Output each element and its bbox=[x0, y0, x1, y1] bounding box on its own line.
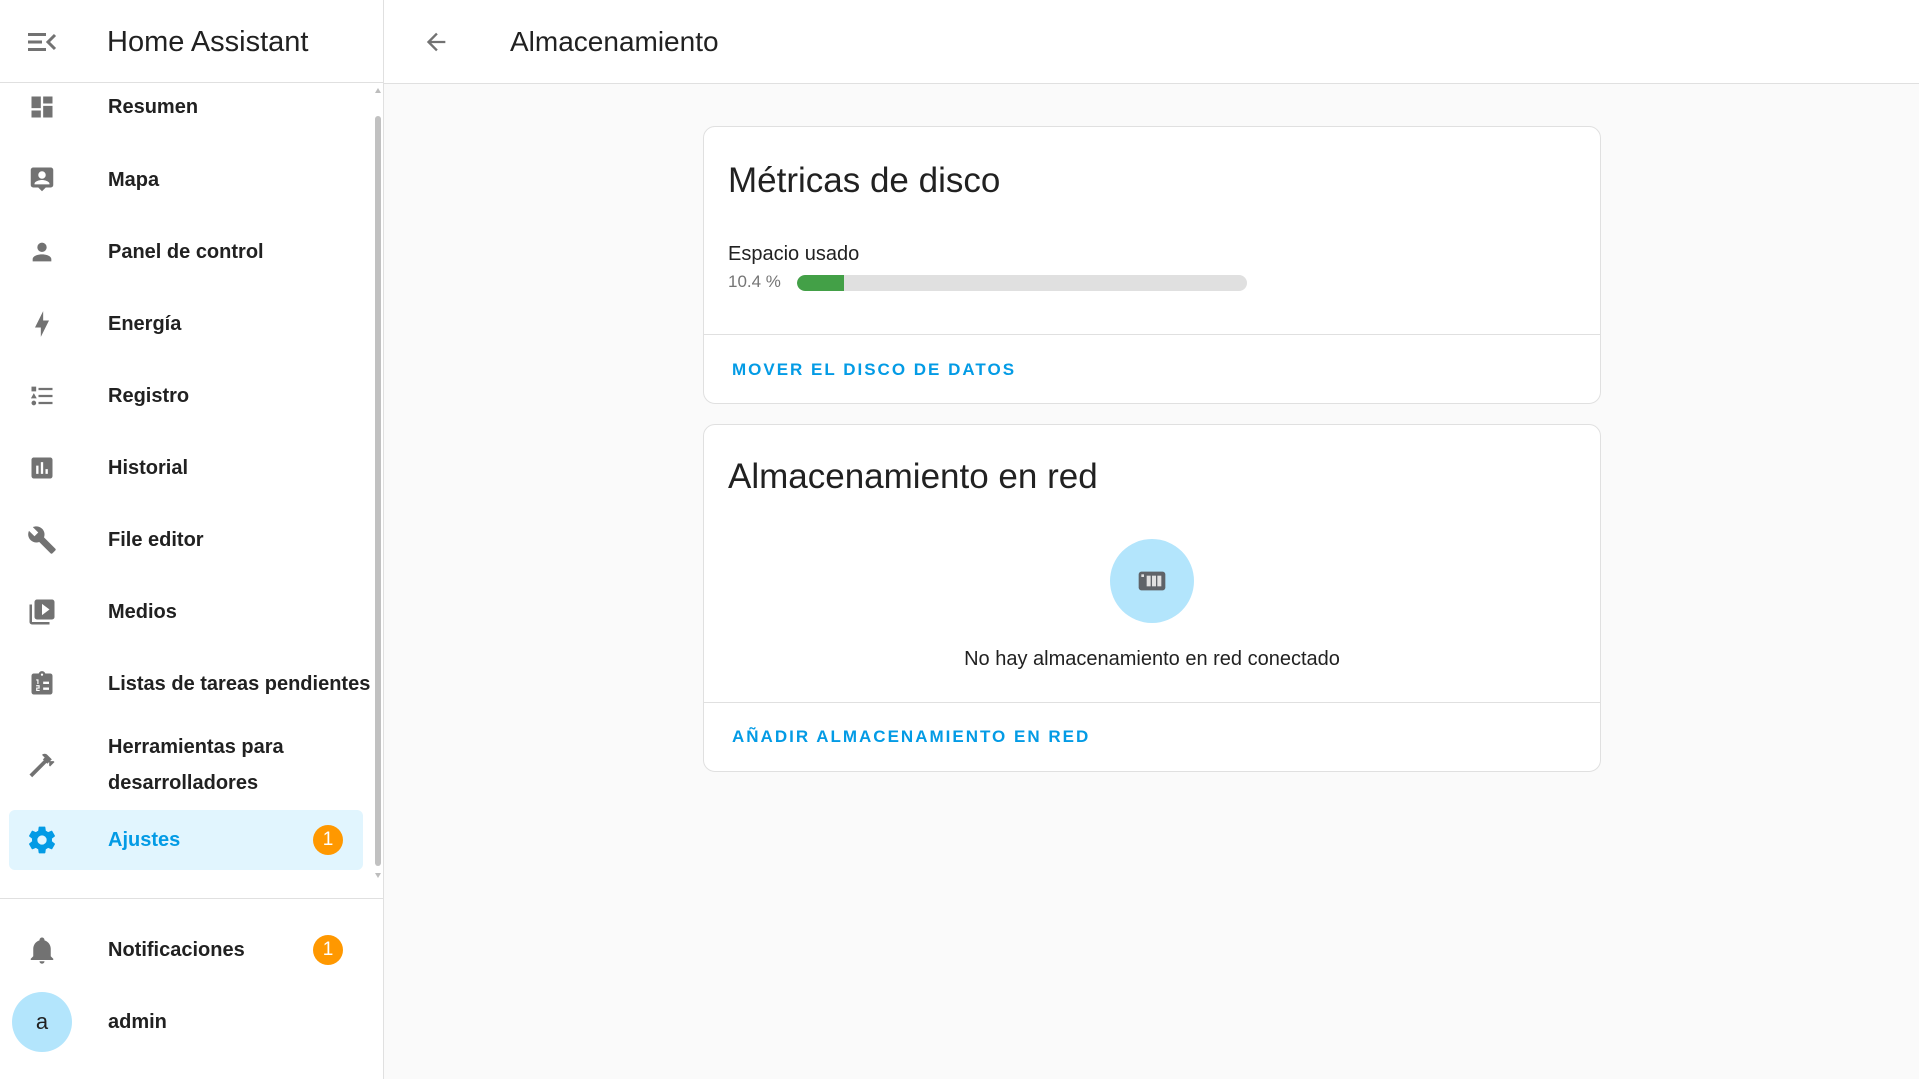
top-app-bar: Almacenamiento bbox=[384, 0, 1919, 84]
sidebar-item-label: Registro bbox=[108, 385, 190, 407]
scrollbar-thumb[interactable] bbox=[375, 116, 381, 866]
app-title: Home Assistant bbox=[107, 26, 309, 58]
sidebar-item-label: Medios bbox=[108, 601, 177, 623]
sidebar-item-listas-de-tareas[interactable]: Listas de tareas pendientes bbox=[9, 654, 370, 714]
wrench-icon bbox=[26, 524, 58, 556]
network-storage-placeholder bbox=[1110, 539, 1194, 623]
sidebar-item-medios[interactable]: Medios bbox=[9, 582, 363, 642]
bell-icon bbox=[26, 934, 58, 966]
sidebar-item-label: File editor bbox=[108, 529, 204, 551]
disk-usage-progress-fill bbox=[797, 275, 844, 291]
menu-open-icon bbox=[28, 33, 57, 51]
nas-icon bbox=[1138, 571, 1166, 591]
sidebar-item-file-editor[interactable]: File editor bbox=[9, 510, 363, 570]
no-network-storage-message: No hay almacenamiento en red conectado bbox=[964, 648, 1340, 670]
sidebar-item-label: Ajustes bbox=[108, 829, 181, 851]
sidebar-item-energia[interactable]: Energía bbox=[9, 294, 363, 354]
account-box-map-icon bbox=[26, 164, 58, 196]
clipboard-list-icon bbox=[26, 668, 58, 700]
sidebar-item-label: Mapa bbox=[108, 169, 160, 191]
sidebar-item-resumen[interactable]: Resumen bbox=[9, 77, 363, 137]
used-space-label: Espacio usado bbox=[728, 243, 860, 265]
sidebar-item-label: Listas de tareas pendientes bbox=[108, 673, 371, 695]
sidebar-item-panel-de-control[interactable]: Panel de control bbox=[9, 222, 363, 282]
cog-icon bbox=[26, 824, 58, 856]
sidebar-item-label: Notificaciones bbox=[108, 939, 245, 961]
sidebar-scrollbar[interactable] bbox=[374, 84, 382, 882]
sidebar-item-notificaciones[interactable]: Notificaciones 1 bbox=[9, 920, 363, 980]
sidebar-nav: Resumen Mapa Panel de control Energía Re… bbox=[0, 84, 383, 882]
sidebar-item-label: Panel de control bbox=[108, 241, 264, 263]
sidebar-item-label: Historial bbox=[108, 457, 189, 479]
card-divider bbox=[704, 334, 1600, 335]
user-name[interactable]: admin bbox=[108, 1004, 167, 1040]
notifications-badge: 1 bbox=[313, 935, 343, 965]
sidebar-item-label: Herramientas para desarrolladores bbox=[108, 736, 284, 794]
sidebar: Home Assistant Resumen Mapa Panel de con… bbox=[0, 0, 384, 1079]
card-title: Almacenamiento en red bbox=[728, 457, 1098, 496]
disk-metrics-card: Métricas de disco Espacio usado 10.4 % M… bbox=[703, 126, 1601, 404]
page-title: Almacenamiento bbox=[510, 26, 719, 57]
sidebar-item-ajustes[interactable]: Ajustes 1 bbox=[9, 810, 363, 870]
arrow-left-icon bbox=[426, 32, 446, 52]
view-dashboard-icon bbox=[26, 91, 58, 123]
sidebar-item-herramientas[interactable]: Herramientas para desarrolladores bbox=[9, 725, 363, 805]
sidebar-header: Home Assistant bbox=[0, 0, 383, 83]
sidebar-item-label: Energía bbox=[108, 313, 182, 335]
account-icon bbox=[26, 236, 58, 268]
used-space-value: 10.4 % bbox=[728, 272, 781, 291]
sidebar-item-historial[interactable]: Historial bbox=[9, 438, 363, 498]
play-box-multiple-icon bbox=[26, 596, 58, 628]
user-avatar[interactable]: a bbox=[12, 992, 72, 1052]
network-storage-card: Almacenamiento en red No hay almacenamie… bbox=[703, 424, 1601, 772]
lightning-bolt-icon bbox=[26, 308, 58, 340]
sidebar-item-label: Resumen bbox=[108, 96, 199, 118]
card-title: Métricas de disco bbox=[728, 161, 1001, 200]
chart-box-icon bbox=[26, 452, 58, 484]
card-divider bbox=[704, 702, 1600, 703]
scroll-down-arrow-icon[interactable] bbox=[375, 873, 381, 878]
move-data-disk-button[interactable]: Mover el disco de datos bbox=[724, 352, 1024, 388]
sidebar-divider bbox=[0, 898, 383, 899]
settings-badge: 1 bbox=[313, 825, 343, 855]
back-button[interactable] bbox=[416, 22, 456, 62]
hammer-icon bbox=[26, 749, 58, 781]
collapse-menu-button[interactable] bbox=[22, 22, 62, 62]
add-network-storage-button[interactable]: Añadir almacenamiento en red bbox=[724, 719, 1098, 755]
scroll-up-arrow-icon[interactable] bbox=[375, 88, 381, 93]
sidebar-item-mapa[interactable]: Mapa bbox=[9, 150, 363, 210]
sidebar-item-registro[interactable]: Registro bbox=[9, 366, 363, 426]
format-list-bulleted-type-icon bbox=[26, 380, 58, 412]
disk-usage-progress-bar bbox=[797, 275, 1247, 291]
